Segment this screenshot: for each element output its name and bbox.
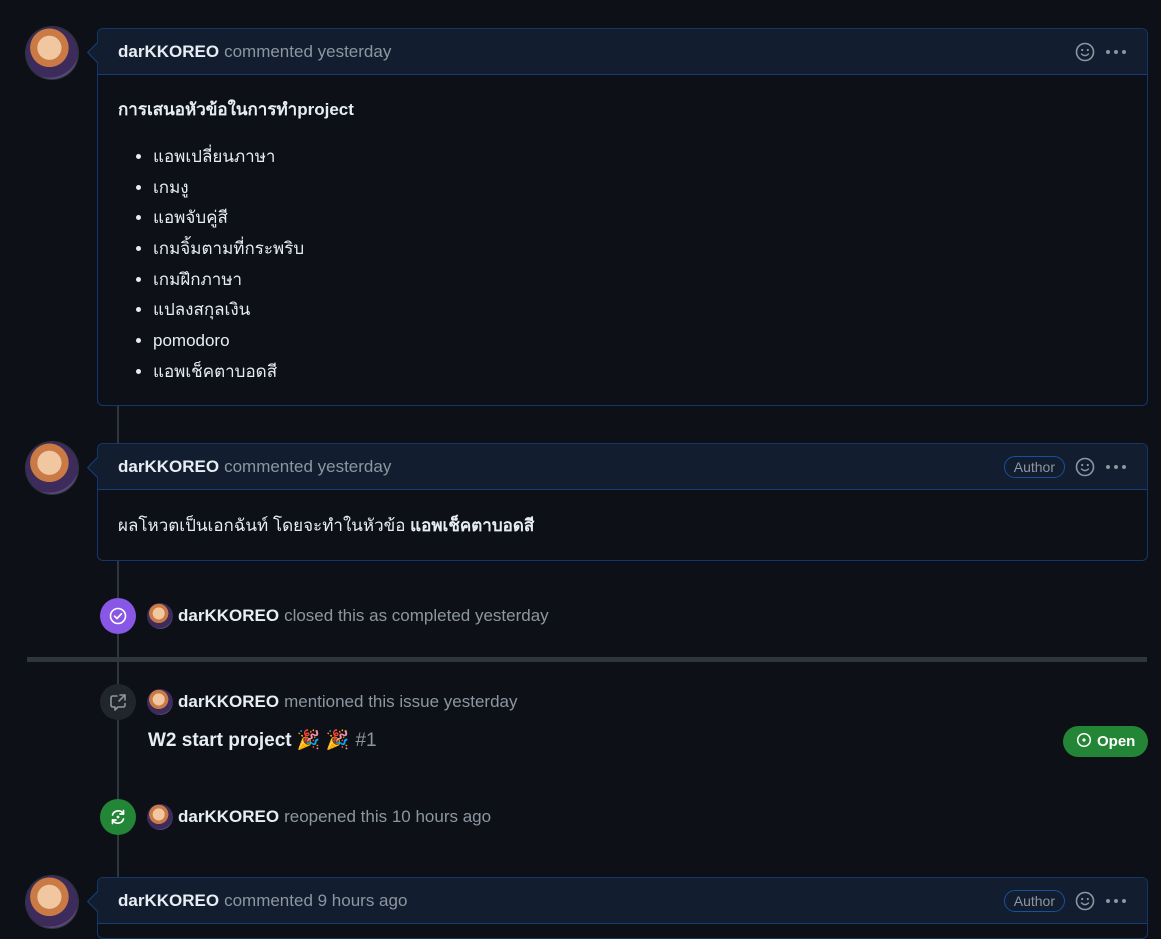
avatar[interactable] <box>147 689 173 715</box>
option-list: แอพเปลี่ยนภาษา เกมงู แอพจับคู่สี เกมจิ้ม… <box>118 143 1127 389</box>
list-item: แอพเปลี่ยนภาษา <box>153 143 1127 174</box>
avatar[interactable] <box>26 27 78 79</box>
referenced-issue-title[interactable]: W2 start project 🎉 🎉 <box>148 730 349 751</box>
avatar[interactable] <box>26 442 78 494</box>
comment-body: การเสนอหัวข้อในการทำproject แอพเปลี่ยนภา… <box>98 75 1147 405</box>
comment-card: darKKOREO commented yesterday Author ผลโ… <box>97 443 1148 561</box>
referenced-issue-number[interactable]: #1 <box>355 730 376 751</box>
author-link[interactable]: darKKOREO <box>118 42 219 62</box>
comment-body: ผลโหวตเป็นเอกฉันท์ โดยจะทำในหัวข้อ แอพเช… <box>98 490 1147 560</box>
smiley-icon[interactable] <box>1075 42 1095 62</box>
comment-timestamp[interactable]: commented yesterday <box>224 457 391 477</box>
list-item: เกมงู <box>153 174 1127 205</box>
issue-status-label: Open <box>1097 733 1136 750</box>
check-circle-icon <box>100 598 136 634</box>
list-item: แอพจับคู่สี <box>153 204 1127 235</box>
comment-heading: การเสนอหัวข้อในการทำproject <box>118 100 354 119</box>
comment-text: ผลโหวตเป็นเอกฉันท์ โดยจะทำในหัวข้อ <box>118 516 411 535</box>
author-link[interactable]: darKKOREO <box>118 457 219 477</box>
kebab-icon[interactable] <box>1105 42 1127 62</box>
list-item: แปลงสกุลเงิน <box>153 296 1127 327</box>
list-item: แอพเช็คตาบอดสี <box>153 358 1127 389</box>
list-item: เกมฝึกภาษา <box>153 266 1127 297</box>
comment-header: darKKOREO commented yesterday <box>98 29 1147 75</box>
smiley-icon[interactable] <box>1075 891 1095 911</box>
issue-open-icon <box>1076 732 1092 752</box>
event-text: reopened this 10 hours ago <box>284 807 492 826</box>
author-link[interactable]: darKKOREO <box>118 891 219 911</box>
author-link[interactable]: darKKOREO <box>178 807 279 827</box>
list-item: เกมจิ้มตามที่กระพริบ <box>153 235 1127 266</box>
comment-card: darKKOREO commented yesterday การเสนอหัว… <box>97 28 1148 406</box>
kebab-icon[interactable] <box>1105 891 1127 911</box>
reopen-icon <box>100 799 136 835</box>
mentioned-event: darKKOREO mentioned this issue yesterday <box>100 684 517 720</box>
avatar[interactable] <box>147 804 173 830</box>
smiley-icon[interactable] <box>1075 457 1095 477</box>
kebab-icon[interactable] <box>1105 457 1127 477</box>
comment-card: darKKOREO commented 9 hours ago Author <box>97 877 1148 939</box>
issue-status-badge: Open <box>1063 726 1149 757</box>
comment-emphasis: แอพเช็คตาบอดสี <box>410 516 535 535</box>
comment-timestamp[interactable]: commented 9 hours ago <box>224 891 407 911</box>
timeline-divider <box>27 657 1147 662</box>
referenced-issue-link[interactable]: W2 start project 🎉 🎉 #1 <box>148 728 377 752</box>
comment-header: darKKOREO commented yesterday Author <box>98 444 1147 490</box>
event-text: mentioned this issue yesterday <box>284 692 518 711</box>
list-item: pomodoro <box>153 327 1127 358</box>
author-badge: Author <box>1003 455 1065 478</box>
event-text: closed this as completed yesterday <box>284 606 549 625</box>
comment-header: darKKOREO commented 9 hours ago Author <box>98 878 1147 924</box>
author-badge: Author <box>1003 889 1065 912</box>
avatar[interactable] <box>26 876 78 928</box>
cross-reference-icon <box>100 684 136 720</box>
avatar[interactable] <box>147 603 173 629</box>
comment-timestamp[interactable]: commented yesterday <box>224 42 391 62</box>
reopened-event: darKKOREO reopened this 10 hours ago <box>100 799 491 835</box>
author-link[interactable]: darKKOREO <box>178 606 279 626</box>
closed-event: darKKOREO closed this as completed yeste… <box>100 598 549 634</box>
author-link[interactable]: darKKOREO <box>178 692 279 712</box>
